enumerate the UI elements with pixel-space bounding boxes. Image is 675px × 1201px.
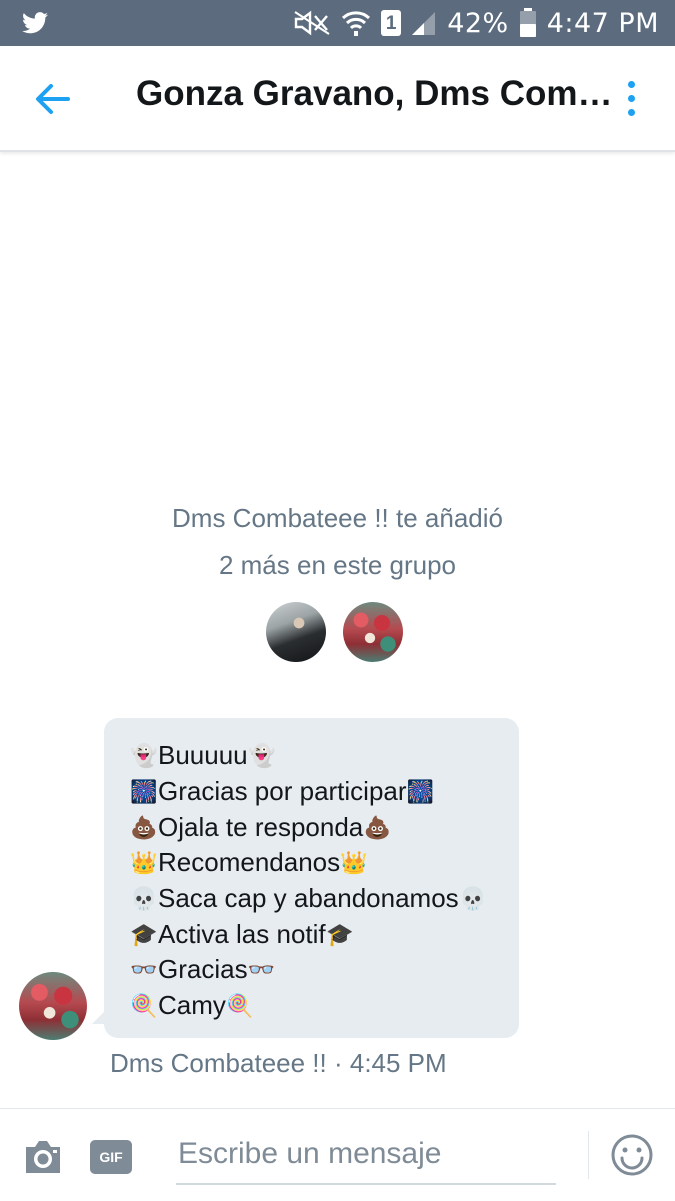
crown-icon: 👑: [340, 851, 368, 877]
sim-icon: 1: [381, 10, 402, 36]
poop-icon: 💩: [363, 816, 391, 842]
back-arrow-icon: [36, 84, 70, 114]
message-line: 🎆Gracias por participar🎆: [130, 774, 435, 808]
message-line-text: Saca cap y abandonamos: [158, 883, 459, 913]
graduation-cap-icon: 🎓: [325, 923, 354, 949]
message-line: 🍭Camy🍭: [130, 988, 254, 1022]
system-message-line2: 2 más en este grupo: [218, 550, 457, 580]
message-composer: GIF: [0, 1108, 675, 1201]
fireworks-icon: 🎆: [130, 780, 158, 806]
glasses-icon: 👓: [130, 958, 158, 984]
battery-percent: 42%: [447, 7, 509, 39]
lollipop-icon: 🍭: [226, 994, 254, 1020]
gif-button[interactable]: GIF: [90, 1140, 132, 1174]
conversation-header: Gonza Gravano, Dms Comba…: [0, 46, 675, 152]
message-line-text: Camy: [158, 990, 226, 1020]
camera-icon: [26, 1141, 60, 1173]
gif-icon: GIF: [99, 1149, 123, 1165]
more-options-button[interactable]: [622, 76, 642, 122]
sender-avatar[interactable]: [19, 972, 87, 1040]
ghost-icon: 👻: [130, 744, 158, 770]
graduation-cap-icon: 🎓: [130, 923, 158, 949]
message-line-text: Recomendanos: [158, 847, 341, 877]
clock: 4:47 PM: [546, 7, 659, 39]
message-line-text: Gracias: [158, 954, 248, 984]
message-line: 👻Buuuuu👻: [130, 738, 276, 772]
ghost-icon: 👻: [247, 744, 276, 770]
twitter-bird-icon: [22, 12, 48, 34]
message-line: 🎓Activa las notif🎓: [130, 917, 354, 951]
message-line: 💩Ojala te responda💩: [130, 810, 391, 844]
lollipop-icon: 🍭: [130, 994, 158, 1020]
skull-icon: 💀: [458, 887, 487, 913]
mute-icon: [294, 10, 330, 36]
sim-label: 1: [385, 13, 397, 34]
skull-icon: 💀: [130, 887, 158, 913]
system-message-line1: Dms Combateee !! te añadió: [172, 503, 503, 533]
added-user-avatar-1[interactable]: [266, 602, 326, 662]
composer-divider: [588, 1131, 589, 1179]
message-input[interactable]: [176, 1129, 556, 1185]
crown-icon: 👑: [130, 851, 158, 877]
glasses-icon: 👓: [247, 958, 276, 984]
poop-icon: 💩: [130, 816, 158, 842]
wifi-icon: [342, 11, 371, 36]
message-line-text: Ojala te responda: [158, 812, 364, 842]
signal-icon: [412, 12, 436, 35]
camera-button[interactable]: [22, 1139, 64, 1175]
message-line-text: Activa las notif: [158, 919, 326, 949]
message-line-text: Gracias por participar: [158, 776, 407, 806]
status-bar: 1 42% 4:47 PM: [0, 0, 675, 46]
battery-icon: [519, 8, 536, 37]
emoji-icon: [611, 1134, 653, 1176]
message-line-text: Buuuuu: [158, 740, 248, 770]
message-line: 👑Recomendanos👑: [130, 845, 368, 879]
conversation-title[interactable]: Gonza Gravano, Dms Comba…: [136, 74, 630, 114]
back-button[interactable]: [30, 76, 76, 122]
message-line: 👓Gracias👓: [130, 952, 276, 986]
message-meta: Dms Combateee !! · 4:45 PM: [110, 1048, 447, 1078]
message-bubble[interactable]: 👻Buuuuu👻 🎆Gracias por participar🎆 💩Ojala…: [104, 718, 519, 1038]
emoji-button[interactable]: [610, 1133, 654, 1177]
added-user-avatar-2[interactable]: [343, 602, 403, 662]
fireworks-icon: 🎆: [406, 780, 435, 806]
message-line: 💀Saca cap y abandonamos💀: [130, 881, 487, 915]
